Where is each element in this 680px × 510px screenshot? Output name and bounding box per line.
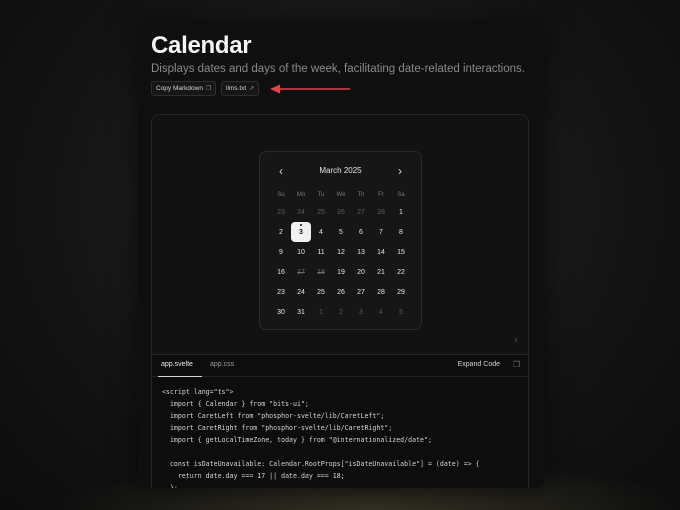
chevron-right-icon[interactable]: › [393, 164, 407, 178]
weekday-label: Su [277, 192, 285, 198]
calendar-day[interactable]: 25 [311, 282, 331, 302]
calendar-day[interactable]: 27 [351, 282, 371, 302]
calendar-day: 18 [317, 268, 325, 276]
calendar-day[interactable]: 24 [291, 282, 311, 302]
calendar-day[interactable]: 4 [311, 222, 331, 242]
calendar-day[interactable]: 11 [311, 242, 331, 262]
lightning-icon[interactable]: ⚡︎ [513, 336, 519, 345]
calendar-grid: Su Mo Tu We Th Fr Sa 23 24 25 26 27 28 1 2 3 4 5 6 7 8 9 10 11 1… [271, 188, 411, 322]
weekday-label: Sa [397, 192, 405, 198]
calendar-week: 23 24 25 26 27 28 29 [271, 282, 411, 302]
calendar-day[interactable]: 15 [391, 242, 411, 262]
calendar-day[interactable]: 19 [331, 262, 351, 282]
calendar-day[interactable]: 25 [311, 202, 331, 222]
component-preview: ‹ March 2025 › Su Mo Tu We Th Fr Sa 23 24 25 26 27 2… [151, 114, 529, 354]
calendar-day[interactable]: 2 [271, 222, 291, 242]
calendar-day[interactable]: 14 [371, 242, 391, 262]
calendar-day[interactable]: 28 [371, 202, 391, 222]
calendar-day[interactable]: 1 [391, 202, 411, 222]
code-line: import { Calendar } from "bits-ui"; [162, 400, 309, 408]
external-link-icon: ↗ [249, 86, 255, 92]
calendar-day[interactable]: 6 [351, 222, 371, 242]
calendar-day[interactable]: 22 [391, 262, 411, 282]
calendar: ‹ March 2025 › Su Mo Tu We Th Fr Sa 23 24 25 26 27 2… [259, 151, 422, 330]
calendar-day[interactable]: 5 [391, 302, 411, 322]
calendar-week: 16 17 18 19 20 21 22 [271, 262, 411, 282]
docs-panel: Calendar Displays dates and days of the … [138, 22, 544, 488]
calendar-day[interactable]: 26 [331, 282, 351, 302]
calendar-day: 17 [297, 268, 305, 276]
calendar-day[interactable]: 8 [391, 222, 411, 242]
calendar-day[interactable]: 21 [371, 262, 391, 282]
page-title: Calendar [151, 32, 252, 59]
weekday-label: Fr [378, 192, 384, 198]
calendar-day[interactable]: 31 [291, 302, 311, 322]
weekday-label: Th [357, 192, 365, 198]
code-line: import { getLocalTimeZone, today } from … [162, 436, 432, 444]
calendar-day[interactable]: 30 [271, 302, 291, 322]
copy-markdown-label: Copy Markdown [156, 85, 203, 92]
calendar-day[interactable]: 7 [371, 222, 391, 242]
calendar-day[interactable]: 10 [291, 242, 311, 262]
code-line: import CaretLeft from "phosphor-svelte/l… [162, 412, 385, 420]
copy-code-icon[interactable]: ❐ [513, 360, 520, 369]
calendar-week: 30 31 1 2 3 4 5 [271, 302, 411, 322]
calendar-week: 2345678 [271, 222, 411, 242]
weekday-label: Mo [296, 192, 306, 198]
code-line: return date.day === 17 || date.day === 1… [162, 472, 345, 480]
copy-icon: ❐ [205, 86, 212, 92]
page-subtitle: Displays dates and days of the week, fac… [151, 63, 525, 75]
calendar-day[interactable]: 20 [351, 262, 371, 282]
calendar-day[interactable]: 16 [271, 262, 291, 282]
code-line: const isDateUnavailable: Calendar.RootPr… [162, 460, 480, 468]
weekday-label: We [336, 192, 346, 198]
calendar-day[interactable]: 28 [371, 282, 391, 302]
code-tabs: app.svelte app.css Expand Code ❐ [152, 355, 528, 377]
calendar-week: 23 24 25 26 27 28 1 [271, 202, 411, 222]
calendar-day[interactable]: 2 [331, 302, 351, 322]
llms-txt-link[interactable]: llms.txt ↗ [221, 81, 260, 96]
calendar-header: ‹ March 2025 › [260, 164, 421, 178]
calendar-day[interactable]: 13 [351, 242, 371, 262]
tab-app-svelte[interactable]: app.svelte [161, 361, 193, 368]
calendar-day[interactable]: 27 [351, 202, 371, 222]
code-viewer: app.svelte app.css Expand Code ❐ <script… [151, 354, 529, 488]
code-line: }; [162, 484, 178, 488]
active-tab-indicator [158, 376, 202, 377]
expand-code-button[interactable]: Expand Code [458, 361, 500, 368]
calendar-day[interactable]: 12 [331, 242, 351, 262]
code-line: <script lang="ts"> [162, 388, 234, 396]
code-line: import CaretRight from "phosphor-svelte/… [162, 424, 393, 432]
calendar-day[interactable]: 24 [291, 202, 311, 222]
llms-txt-label: llms.txt [226, 85, 247, 92]
calendar-week: 9 10 11 12 13 14 15 [271, 242, 411, 262]
calendar-day[interactable]: 29 [391, 282, 411, 302]
calendar-day[interactable]: 9 [271, 242, 291, 262]
code-block: <script lang="ts"> import { Calendar } f… [162, 386, 524, 488]
calendar-day[interactable]: 23 [271, 202, 291, 222]
calendar-day[interactable]: 5 [331, 222, 351, 242]
calendar-day[interactable]: 3 [351, 302, 371, 322]
calendar-day[interactable]: 4 [371, 302, 391, 322]
weekday-row: Su Mo Tu We Th Fr Sa [271, 188, 411, 202]
tab-app-css[interactable]: app.css [210, 361, 234, 368]
copy-markdown-button[interactable]: Copy Markdown ❐ [151, 81, 217, 96]
calendar-day[interactable]: 23 [271, 282, 291, 302]
annotation-arrow-icon [270, 84, 350, 94]
calendar-day[interactable]: 26 [331, 202, 351, 222]
calendar-day-selected[interactable]: 3 [291, 222, 311, 242]
weekday-label: Tu [317, 192, 325, 198]
calendar-day[interactable]: 1 [311, 302, 331, 322]
